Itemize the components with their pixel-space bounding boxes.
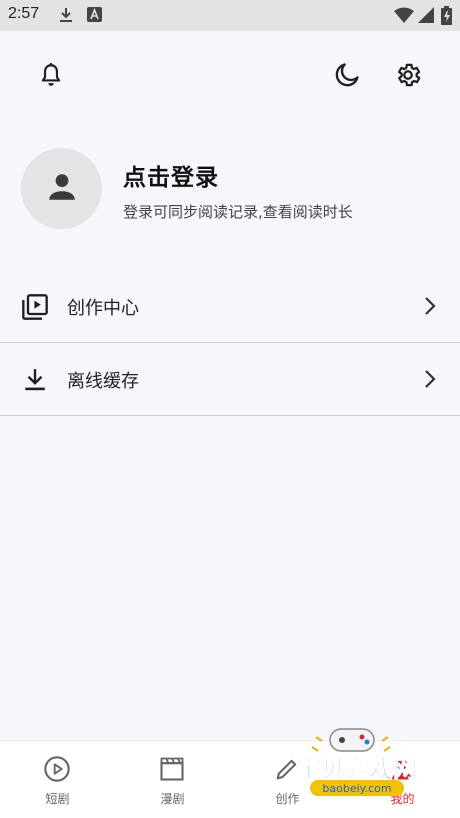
login-subtitle: 登录可同步阅读记录,查看阅读时长 <box>123 203 353 221</box>
play-circle-icon <box>42 754 72 784</box>
nav-label: 短剧 <box>45 792 70 806</box>
menu-item-label: 创作中心 <box>67 298 139 319</box>
dark-mode-button[interactable] <box>331 61 363 93</box>
divider <box>0 415 460 416</box>
notification-button[interactable] <box>35 61 67 93</box>
chevron-right-icon <box>418 367 442 391</box>
menu-item-label: 离线缓存 <box>67 371 139 392</box>
settings-button[interactable] <box>392 61 424 93</box>
nav-tab-manga-drama[interactable]: 漫剧 <box>115 741 230 818</box>
nav-label: 漫剧 <box>160 792 185 806</box>
wifi-icon <box>394 7 414 27</box>
download-status-icon <box>58 7 74 27</box>
clapperboard-icon <box>157 754 187 784</box>
status-bar: 2:57 <box>0 0 460 31</box>
bell-icon <box>38 62 64 92</box>
menu-item-offline-cache[interactable]: 离线缓存 <box>0 343 460 415</box>
person-icon <box>45 170 79 208</box>
app-notification-icon <box>87 7 102 26</box>
download-icon <box>20 365 50 395</box>
status-time: 2:57 <box>8 5 40 22</box>
signal-icon <box>418 7 434 27</box>
login-title[interactable]: 点击登录 <box>123 158 219 192</box>
video-library-icon <box>20 292 50 322</box>
moon-icon <box>333 61 361 93</box>
watermark: 宝贝游戏网 baobeiy.com <box>272 725 442 805</box>
chevron-right-icon <box>418 294 442 318</box>
watermark-title: 宝贝游戏网 <box>297 755 417 783</box>
gear-icon <box>394 61 422 93</box>
gamepad-icon <box>311 728 391 752</box>
battery-icon <box>441 6 452 29</box>
avatar[interactable] <box>21 148 102 229</box>
menu-item-creation-center[interactable]: 创作中心 <box>0 270 460 342</box>
nav-tab-short-drama[interactable]: 短剧 <box>0 741 115 818</box>
watermark-url: baobeiy.com <box>322 782 391 795</box>
